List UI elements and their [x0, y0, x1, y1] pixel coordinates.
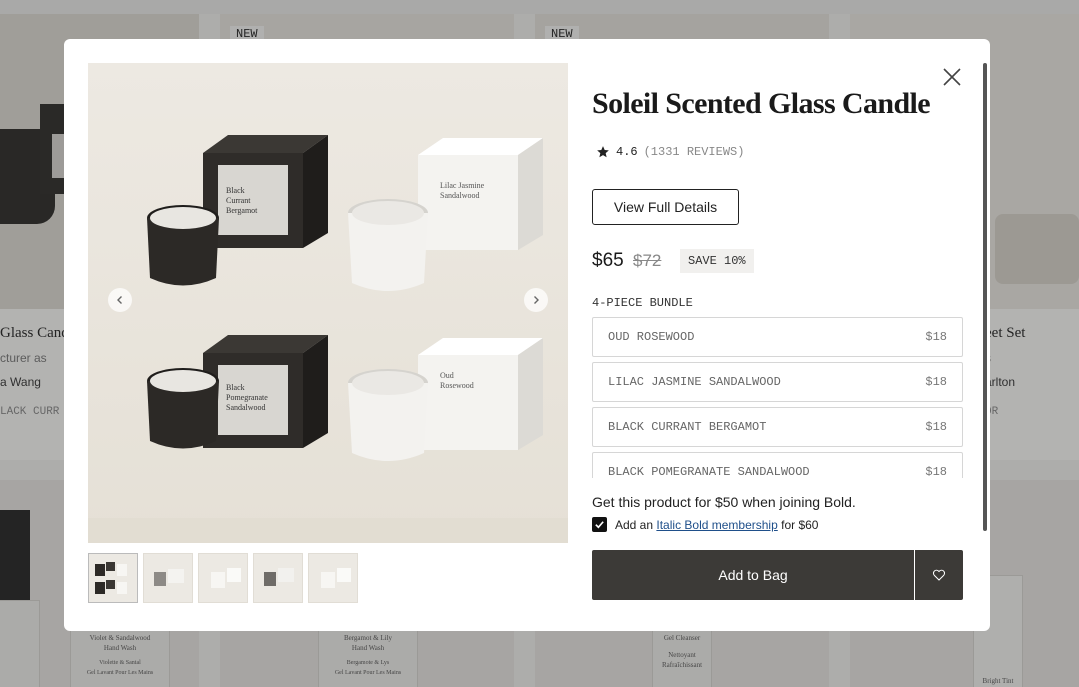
- bundle-list[interactable]: OUD ROSEWOOD $18 LILAC JASMINE SANDALWOO…: [592, 317, 963, 478]
- rating[interactable]: 4.6 (1331 REVIEWS): [596, 145, 744, 159]
- chevron-left-icon: [117, 296, 122, 304]
- rating-value: 4.6: [616, 145, 638, 159]
- membership-checkbox[interactable]: [592, 517, 607, 532]
- wishlist-button[interactable]: [915, 550, 963, 600]
- quick-view-modal: Black Currant Bergamot Lilac Jasmine San…: [64, 39, 990, 631]
- membership-prefix: Add an: [615, 517, 654, 532]
- membership-offer-text: Get this product for $50 when joining Bo…: [592, 494, 856, 510]
- thumbnail-5[interactable]: [308, 553, 358, 603]
- membership-suffix: for $60: [781, 517, 819, 532]
- next-image-button[interactable]: [524, 288, 548, 312]
- view-full-details-button[interactable]: View Full Details: [592, 189, 739, 225]
- product-title: Soleil Scented Glass Candle: [592, 87, 931, 120]
- label-oud-rosewood: Oud Rosewood: [440, 371, 474, 390]
- label-lilac-jasmine: Lilac Jasmine Sandalwood: [440, 181, 485, 200]
- candle-set-illustration: [88, 63, 568, 543]
- bundle-item-name: BLACK POMEGRANATE SANDALWOOD: [608, 465, 810, 478]
- original-price: $72: [633, 251, 662, 270]
- bundle-item-price: $18: [925, 420, 947, 434]
- label-black-currant: Black Currant Bergamot: [226, 186, 258, 215]
- bundle-item-name: BLACK CURRANT BERGAMOT: [608, 420, 767, 434]
- thumbnail-strip: [88, 553, 358, 603]
- bundle-item[interactable]: LILAC JASMINE SANDALWOOD $18: [592, 362, 963, 402]
- prev-image-button[interactable]: [108, 288, 132, 312]
- add-to-bag-button[interactable]: Add to Bag: [592, 550, 914, 600]
- heart-icon: [932, 569, 946, 581]
- bundle-item-price: $18: [925, 375, 947, 389]
- check-icon: [595, 521, 604, 529]
- star-icon: [597, 146, 609, 158]
- bundle-item[interactable]: BLACK CURRANT BERGAMOT $18: [592, 407, 963, 447]
- bundle-item-name: OUD ROSEWOOD: [608, 330, 695, 344]
- product-hero-image: Black Currant Bergamot Lilac Jasmine San…: [88, 63, 568, 543]
- thumbnail-4[interactable]: [253, 553, 303, 603]
- review-count: (1331 REVIEWS): [643, 145, 745, 159]
- modal-scrollbar[interactable]: [983, 63, 987, 531]
- thumbnail-3[interactable]: [198, 553, 248, 603]
- bundle-item-price: $18: [925, 465, 947, 478]
- membership-checkbox-row: Add an Italic Bold membership for $60: [592, 517, 818, 532]
- label-black-pomegranate: Black Pomegranate Sandalwood: [226, 383, 268, 412]
- bundle-label: 4-PIECE BUNDLE: [592, 296, 693, 310]
- current-price: $65: [592, 250, 624, 271]
- thumbnail-2[interactable]: [143, 553, 193, 603]
- bundle-item[interactable]: OUD ROSEWOOD $18: [592, 317, 963, 357]
- membership-link[interactable]: Italic Bold membership: [656, 518, 777, 532]
- close-button[interactable]: [940, 65, 964, 89]
- close-icon: [943, 68, 961, 86]
- bundle-item-name: LILAC JASMINE SANDALWOOD: [608, 375, 781, 389]
- save-badge: SAVE 10%: [680, 249, 754, 273]
- bundle-item-price: $18: [925, 330, 947, 344]
- bundle-item[interactable]: BLACK POMEGRANATE SANDALWOOD $18: [592, 452, 963, 478]
- chevron-right-icon: [534, 296, 539, 304]
- thumbnail-1[interactable]: [88, 553, 138, 603]
